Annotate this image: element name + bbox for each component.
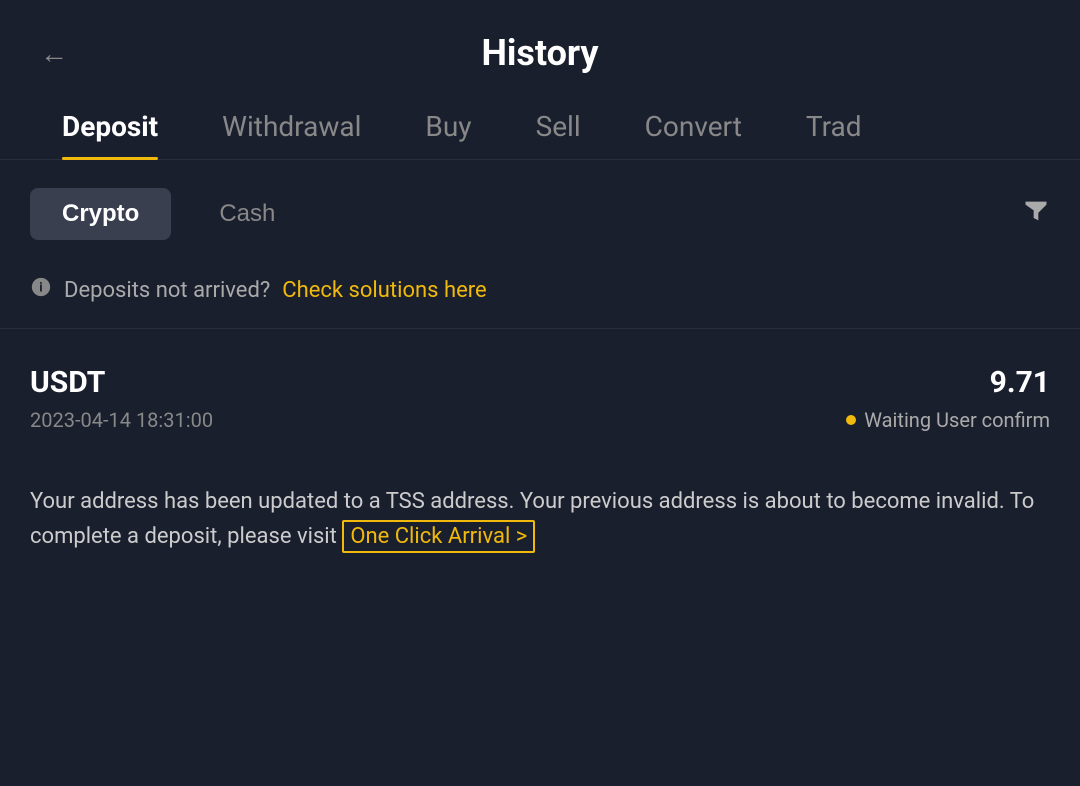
back-button[interactable]: ← xyxy=(40,37,68,70)
transaction-footer: 2023-04-14 18:31:00 Waiting User confirm xyxy=(30,408,1050,432)
notice-text: Deposits not arrived? xyxy=(64,278,270,303)
one-click-arrival-link[interactable]: One Click Arrival > xyxy=(342,520,535,553)
filter-buttons: Crypto Cash xyxy=(30,188,307,240)
transaction-date: 2023-04-14 18:31:00 xyxy=(30,408,213,432)
transaction-status: Waiting User confirm xyxy=(846,408,1050,432)
svg-text:i: i xyxy=(39,281,42,296)
tab-trade[interactable]: Trad xyxy=(774,94,894,159)
tab-deposit[interactable]: Deposit xyxy=(30,94,190,159)
tab-withdrawal[interactable]: Withdrawal xyxy=(190,94,393,159)
filter-section: Crypto Cash xyxy=(0,160,1080,260)
tabs-bar: Deposit Withdrawal Buy Sell Convert Trad xyxy=(0,94,1080,160)
tab-sell[interactable]: Sell xyxy=(504,94,613,159)
info-icon: i xyxy=(30,276,52,304)
cash-filter-button[interactable]: Cash xyxy=(187,188,307,240)
message-box: Your address has been updated to a TSS a… xyxy=(0,460,1080,578)
transaction-header: USDT 9.71 xyxy=(30,365,1050,400)
transaction-item: USDT 9.71 2023-04-14 18:31:00 Waiting Us… xyxy=(0,337,1080,460)
check-solutions-link[interactable]: Check solutions here xyxy=(282,278,486,303)
transaction-symbol: USDT xyxy=(30,365,105,400)
status-dot-icon xyxy=(846,415,856,425)
header: ← History xyxy=(0,0,1080,94)
page-title: History xyxy=(481,32,598,74)
transaction-amount: 9.71 xyxy=(990,365,1050,400)
filter-icon[interactable] xyxy=(1022,197,1050,232)
tab-buy[interactable]: Buy xyxy=(393,94,503,159)
divider-1 xyxy=(0,328,1080,329)
tab-convert[interactable]: Convert xyxy=(613,94,774,159)
crypto-filter-button[interactable]: Crypto xyxy=(30,188,171,240)
notice-bar: i Deposits not arrived? Check solutions … xyxy=(0,260,1080,320)
status-label: Waiting User confirm xyxy=(864,408,1050,432)
